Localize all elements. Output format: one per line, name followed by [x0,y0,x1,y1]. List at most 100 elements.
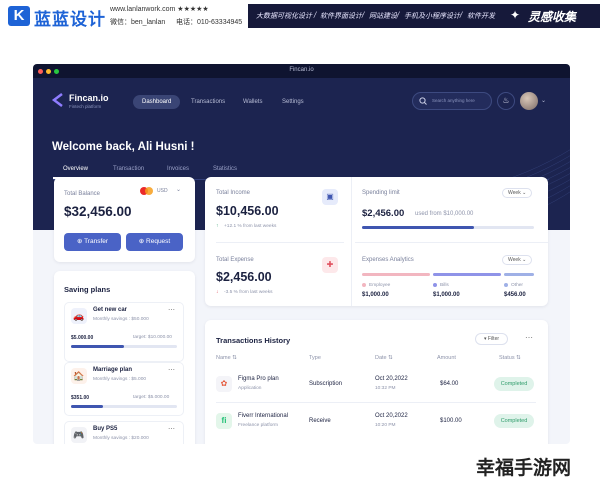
brand-url: www.lanlanwork.com ★★★★★ [110,6,209,13]
row-sub: Freelance platform [238,423,278,428]
card-divider [355,242,548,243]
filter-button[interactable]: ▾ Filter [475,333,509,345]
col-header-amount[interactable]: Amount [437,355,456,361]
col-header-type[interactable]: Type [309,355,321,361]
nav-tab-transactions[interactable]: Transactions [182,95,234,109]
window-title: Fincan.io [289,67,314,73]
banner-nav-sep: / [314,11,317,19]
balance-amount: $32,456.00 [64,204,132,219]
banner-nav-item[interactable]: 手机及小程序设计 [404,11,460,21]
saving-item-name: Buy PS5 [93,426,118,432]
currency-selector[interactable]: USD [157,188,168,194]
wallet-icon: ▣ [322,189,338,205]
row-amount: $64.00 [440,381,459,387]
transfer-icon: ⊕ [76,238,85,245]
row-amount: $100.00 [440,418,462,424]
banner-nav-strip: 大数据可视化设计 / 软件界面设计 / 网站建设 / 手机及小程序设计 / 软件… [248,4,600,28]
gift-icon: ✚ [322,257,338,273]
row-date: Oct 20,2022 [375,413,408,419]
col-header-date[interactable]: Date ⇅ [375,355,393,361]
currency-chevron-icon[interactable]: ⌄ [176,186,181,193]
transactions-card: Transactions History ▾ Filter ⋯ Name ⇅ T… [205,320,548,444]
analytics-bar-employee [362,273,430,276]
fiverr-icon: fi [216,413,232,429]
request-button[interactable]: ⊕ Request [126,233,183,251]
saving-item[interactable]: 🚗 Get new car Monthly savings : $50.000 … [64,302,184,362]
analytics-item-value: $456.00 [504,292,526,298]
row-date: Oct 20,2022 [375,376,408,382]
row-divider [216,402,536,403]
banner-nav-item[interactable]: 大数据可视化设计 [256,11,312,21]
more-icon[interactable]: ⋯ [168,425,175,433]
search-box[interactable]: Search anything here [412,92,492,110]
saving-progress-fill [71,405,103,408]
saving-progress-track [71,345,177,348]
analytics-bar-bills [433,273,501,276]
expense-down-icon: ↓ [216,289,219,295]
banner-nav-sep: / [397,11,400,19]
car-icon: 🚗 [71,308,87,324]
banner-nav-item[interactable]: 软件界面设计 [320,11,362,21]
app-logo-icon [51,93,63,107]
card-brand-icon-overlap [145,187,153,195]
transactions-title: Transactions History [216,336,291,345]
saving-item-sub: Monthly savings : $20.000 [93,436,149,441]
subtab-transaction[interactable]: Transaction [113,166,144,172]
saving-item-saved: $351.00 [71,395,90,401]
income-label: Total Income [216,190,251,196]
table-row[interactable]: ✿ Figma Pro plan Application Subscriptio… [205,367,548,401]
contact-wechat: 微信：ben_lanlan [110,19,166,26]
subtab-invoices[interactable]: Invoices [167,166,189,172]
bell-icon[interactable]: ♨ [497,92,515,110]
row-time: 10:32 PM [375,386,396,391]
brand-name: 蓝蓝设计 [34,10,106,30]
income-up-icon: ↑ [216,223,219,229]
analytics-item-name: Bills [440,283,449,288]
banner-nav-item[interactable]: 网站建设 [369,11,397,21]
subtab-overview[interactable]: Overview [63,166,88,172]
welcome-heading: Welcome back, Ali Husni ! [52,141,195,153]
balance-label: Total Balance [64,191,101,197]
col-header-status[interactable]: Status ⇅ [499,355,521,361]
saving-item-target: target: $5.000.00 [133,395,170,400]
app-tagline: Fintech platform [69,104,102,109]
nav-tab-dashboard[interactable]: Dashboard [133,95,181,109]
analytics-label: Expenses Analytics [362,257,414,263]
window-titlebar: Fincan.io [33,64,570,78]
saving-item-name: Get new car [93,307,128,313]
contact-phone: 电话：010-63334945 [176,19,243,26]
banner-nav-item[interactable]: 软件开发 [467,11,495,21]
saving-plans-title: Saving plans [64,285,111,294]
saving-item-target: target: $10.000.00 [133,335,172,340]
brand-logo-icon: K [8,6,30,26]
income-delta: +12.1 % from last weeks [224,224,277,229]
transfer-button[interactable]: ⊕ Transfer [64,233,121,251]
saving-item[interactable]: 🏠 Marriage plan Monthly savings : $5.000… [64,362,184,416]
app-name: Fincan.io [69,93,109,103]
nav-tab-settings[interactable]: Settings [273,95,313,109]
watermark: 幸福手游网 [476,457,572,479]
request-icon: ⊕ [138,238,147,245]
saving-item-sub: Monthly savings : $50.000 [93,317,149,322]
spending-progress-track [362,226,534,229]
analytics-bar-other [504,273,534,276]
avatar[interactable] [520,92,538,110]
saving-plans-card: Saving plans 🚗 Get new car Monthly savin… [54,271,195,444]
row-type: Subscription [309,381,343,387]
col-header-name[interactable]: Name ⇅ [216,355,237,361]
table-row[interactable]: fi Fiverr International Freelance platfo… [205,404,548,438]
nav-tab-wallets[interactable]: Wallets [234,95,271,109]
more-icon[interactable]: ⋯ [525,333,533,342]
saving-progress-track [71,405,177,408]
row-sub: Application [238,386,262,391]
summary-card: Total Income ▣ $10,456.00 ↑ +12.1 % from… [205,177,548,306]
more-icon[interactable]: ⋯ [168,306,175,314]
row-type: Receive [309,418,331,424]
analytics-item-value: $1,000.00 [433,292,460,298]
more-icon[interactable]: ⋯ [168,366,175,374]
analytics-period-select[interactable]: Week ⌄ [502,255,533,265]
subtab-statistics[interactable]: Statistics [213,166,237,172]
chevron-down-icon[interactable]: ⌄ [541,97,546,104]
spending-period-select[interactable]: Week ⌄ [502,188,533,198]
saving-item[interactable]: 🎮 Buy PS5 Monthly savings : $20.000 ⋯ [64,421,184,444]
